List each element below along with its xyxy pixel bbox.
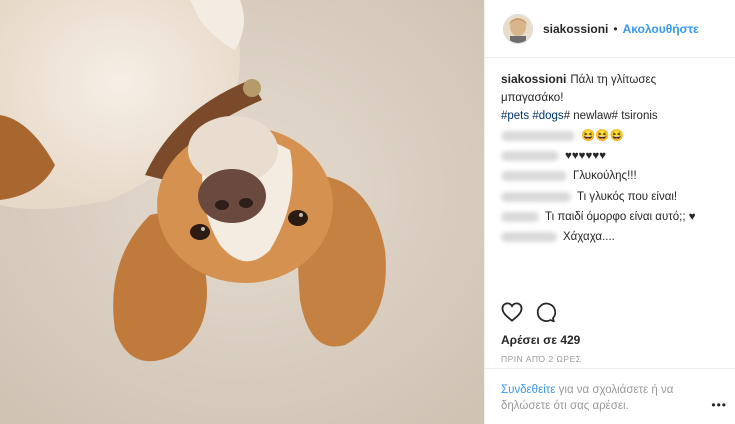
post-timestamp: ΠΡΙΝ ΑΠΌ 2 ΩΡΕΣ [501,354,582,364]
comment-username-blurred[interactable]: elenikote [501,211,539,222]
comments-list: siakossioni Πάλι τη γλίτωσες μπαγασάκο! #… [485,58,735,246]
comment-row: antonioupetra Γλυκούλης!!! [501,167,719,185]
post-side-panel: siakossioni • Ακολουθήστε siakossioni Πάλ… [484,0,735,424]
comment-username-blurred[interactable]: mariladivanou [501,191,571,202]
comment-text: Τι παιδί όμορφο είναι αυτό;; ♥ [545,210,696,223]
comment-username-blurred[interactable]: yannis_andreou [501,151,559,162]
heart-icon[interactable] [501,302,523,323]
comment-text: Χάχαχα.... [563,230,615,243]
post-actions [501,302,556,323]
comment-row: 1georgiou75 Χάχαχα.... [501,228,719,246]
follow-button[interactable]: Ακολουθήστε [623,22,699,36]
avatar[interactable] [503,13,533,44]
comment-row: elenikote Τι παιδί όμορφο είναι αυτό;; ♥ [501,208,719,226]
comment-username-blurred[interactable]: 1georgiou75 [501,231,557,242]
post-photo[interactable] [0,0,484,424]
login-prompt: Συνδεθείτε για να σχολιάσετε ή να δηλώσε… [485,368,735,414]
comment-text: Γλυκούλης!!! [573,170,637,183]
post-header: siakossioni • Ακολουθήστε [485,0,735,58]
hashtag-pets[interactable]: #pets [501,110,529,122]
comment-row: mariladivanou Τι γλυκός που είναι! [501,188,719,206]
comment-username-blurred[interactable]: georgiosyama [501,130,575,141]
comment-username-blurred[interactable]: antonioupetra [501,171,567,182]
header-separator: • [613,21,618,36]
comment-text: 😆😆😆 [581,130,624,142]
hashtag-dogs[interactable]: #dogs [532,110,563,122]
comment-row: georgiosyama 😆😆😆 [501,127,719,145]
instagram-post: siakossioni • Ακολουθήστε siakossioni Πάλ… [0,0,735,424]
caption-username[interactable]: siakossioni [501,72,566,86]
comment-text: Τι γλυκός που είναι! [577,190,678,203]
avatar-image [504,14,532,43]
beagle-photo [0,0,484,424]
post-caption: siakossioni Πάλι τη γλίτωσες μπαγασάκο! #… [501,70,719,125]
caption-tail: # newlaw# tsironis [563,110,658,122]
more-options-icon[interactable]: ••• [711,398,727,412]
comment-icon[interactable] [535,302,556,323]
login-link[interactable]: Συνδεθείτε [501,384,555,396]
header-username[interactable]: siakossioni [543,22,608,36]
likes-count[interactable]: Αρέσει σε 429 [501,333,580,347]
comment-row: yannis_andreou♥♥♥♥♥♥ [501,147,719,165]
